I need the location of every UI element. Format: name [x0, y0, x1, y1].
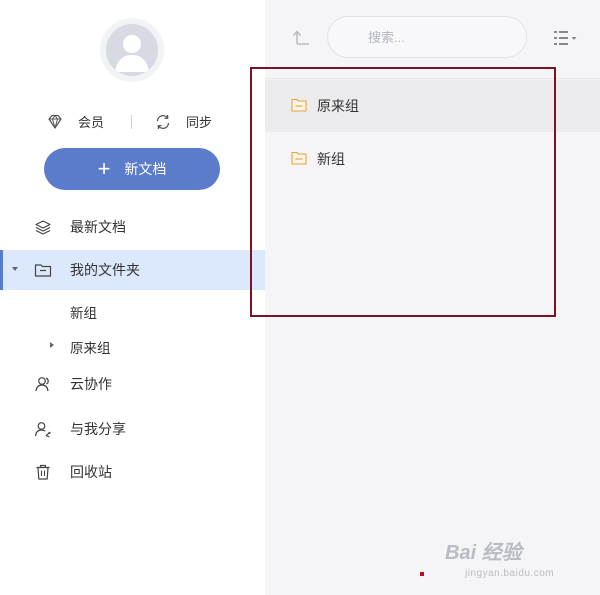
nav-item-recent[interactable]: 最新文档 [0, 207, 265, 247]
member-button[interactable]: 会员 [46, 112, 104, 131]
user-silhouette-icon [115, 35, 149, 72]
sidebar: 会员 同步 + 新文档 最新文档 我的文件夹 新组 原来组 云协作 与我分享 回… [0, 0, 265, 595]
chevron-right-icon[interactable] [50, 342, 54, 348]
nav-item-shared-with-me[interactable]: 与我分享 [0, 409, 265, 449]
avatar-image [106, 24, 158, 76]
folder-icon [291, 98, 307, 112]
nav-label-shared-with-me: 与我分享 [70, 421, 126, 437]
folder-icon [34, 261, 52, 279]
watermark-url: jingyan.baidu.com [465, 568, 555, 579]
folder-icon [291, 151, 307, 165]
user-share-icon [34, 420, 52, 438]
watermark: Bai 经验 jingyan.baidu.com [445, 528, 595, 588]
up-level-icon [292, 30, 309, 45]
quick-actions: 会员 同步 [0, 112, 265, 132]
folder-name: 新组 [317, 151, 345, 167]
nav-label-recent: 最新文档 [70, 219, 126, 235]
avatar[interactable] [100, 18, 164, 82]
plus-icon: + [97, 156, 111, 181]
chevron-down-icon[interactable] [12, 267, 18, 271]
folder-row[interactable]: 新组 [265, 133, 600, 185]
annotation-dot [420, 572, 424, 576]
new-document-label: 新文档 [124, 161, 167, 177]
member-label: 会员 [78, 115, 105, 130]
user-collab-icon [34, 375, 52, 393]
toolbar-divider [265, 78, 600, 79]
list-view-icon [554, 31, 577, 45]
sync-label: 同步 [186, 115, 213, 130]
nav-label-recycle-bin: 回收站 [70, 464, 112, 480]
quick-divider [131, 115, 132, 129]
up-level-button[interactable] [290, 26, 312, 48]
trash-icon [34, 463, 52, 481]
file-list-pane: 原来组 新组 [265, 0, 600, 595]
subfolder-label: 原来组 [70, 341, 111, 356]
search-input[interactable] [327, 16, 527, 58]
subfolder-label: 新组 [70, 306, 97, 321]
sidebar-subfolder-new-group[interactable]: 新组 [0, 296, 265, 326]
new-document-button[interactable]: + 新文档 [44, 148, 220, 190]
nav-item-cloud-collab[interactable]: 云协作 [0, 364, 265, 404]
nav-item-my-folders[interactable]: 我的文件夹 [0, 250, 265, 290]
folder-name: 原来组 [317, 98, 359, 114]
sidebar-subfolder-original-group[interactable]: 原来组 [0, 331, 265, 361]
watermark-logo-text: Bai 经验 [445, 542, 522, 564]
folder-row[interactable]: 原来组 [265, 80, 600, 132]
sync-icon [154, 113, 172, 131]
layers-icon [34, 218, 52, 236]
nav-label-cloud-collab: 云协作 [70, 376, 112, 392]
nav-item-recycle-bin[interactable]: 回收站 [0, 452, 265, 492]
sync-button[interactable]: 同步 [154, 112, 212, 131]
view-mode-button[interactable] [552, 28, 580, 48]
nav-label-my-folders: 我的文件夹 [70, 262, 140, 278]
diamond-icon [46, 113, 64, 131]
